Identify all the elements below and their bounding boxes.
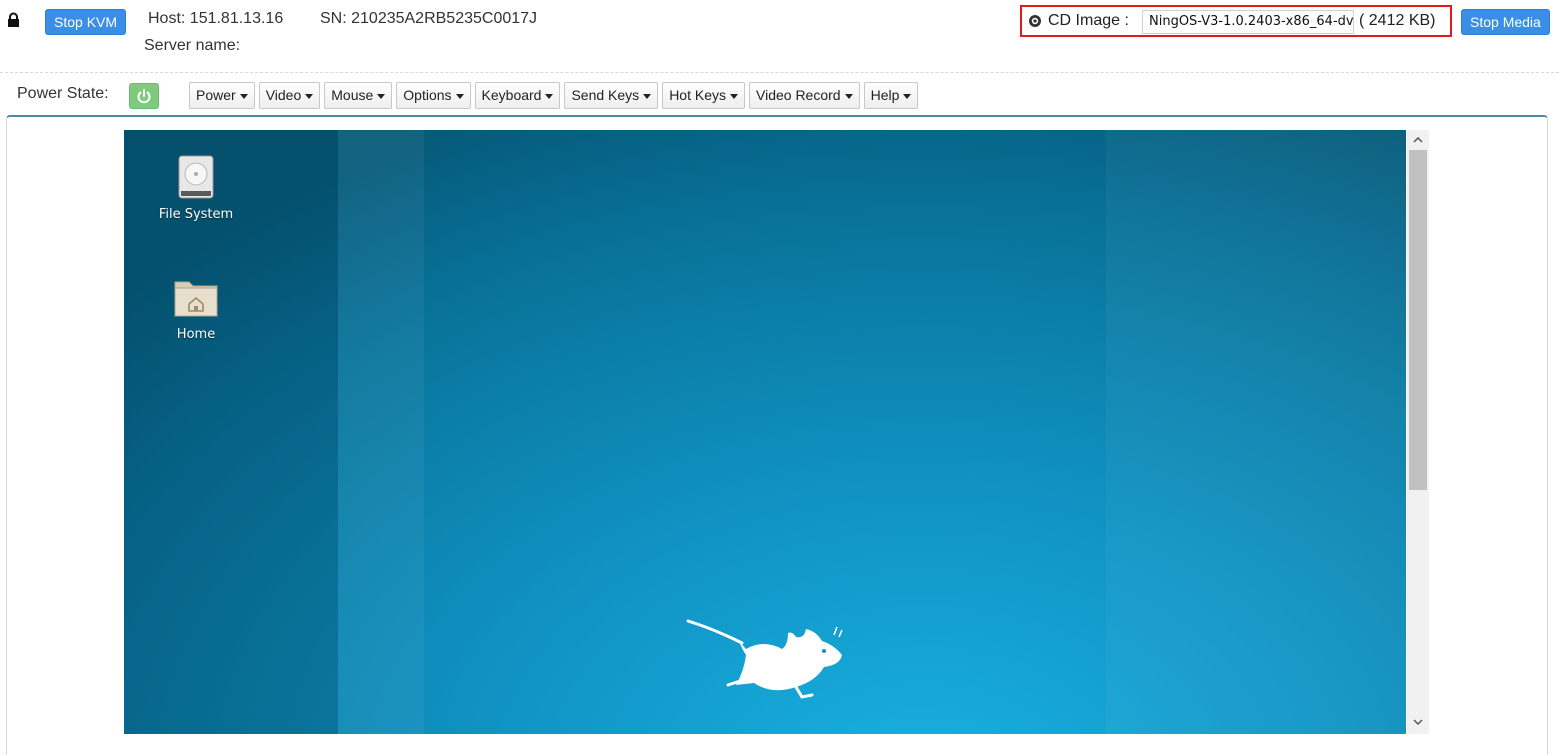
cd-disc-icon: [1029, 15, 1041, 27]
chevron-down-icon: [903, 93, 912, 99]
chevron-down-icon: [545, 93, 554, 99]
desktop-icon-home[interactable]: Home: [146, 274, 246, 342]
vertical-scrollbar[interactable]: [1407, 130, 1429, 734]
drive-icon: [178, 155, 214, 199]
cd-image-panel: CD Image : NingOS-V3-1.0.2403-x86_64-dvd…: [1020, 5, 1452, 37]
menu-keyboard[interactable]: Keyboard: [474, 82, 561, 109]
host-address: Host: 151.81.13.16: [148, 10, 284, 27]
cd-image-size: ( 2412 KB): [1359, 12, 1436, 29]
home-folder-icon: [174, 281, 218, 317]
serial-number: SN: 210235A2RB5235C0017J: [320, 10, 538, 27]
menu-send-keys[interactable]: Send Keys: [564, 82, 659, 109]
scroll-up-icon[interactable]: [1412, 134, 1424, 146]
chevron-down-icon: [377, 93, 386, 99]
chevron-down-icon: [730, 93, 738, 99]
stop-media-button[interactable]: Stop Media: [1461, 9, 1550, 35]
cd-image-label: CD Image :: [1048, 12, 1129, 29]
wallpaper-band: [338, 130, 424, 734]
menu-video-record[interactable]: Video Record: [749, 82, 860, 109]
chevron-down-icon: [239, 93, 248, 99]
desktop-icon-label: Home: [176, 327, 216, 342]
scroll-down-icon[interactable]: [1412, 716, 1424, 728]
desktop-icon-label: File System: [158, 207, 234, 222]
menu-options[interactable]: Options: [396, 82, 471, 109]
server-name-label: Server name:: [144, 37, 241, 54]
power-icon: [137, 89, 151, 104]
xfce-mouse-logo: [686, 619, 843, 699]
chevron-down-icon: [844, 93, 853, 99]
lock-icon: [8, 12, 19, 27]
chevron-down-icon: [643, 93, 652, 99]
menu-mouse[interactable]: Mouse: [324, 82, 393, 109]
menu-video[interactable]: Video: [258, 82, 321, 109]
chevron-down-icon: [305, 93, 314, 99]
cd-image-filename[interactable]: NingOS-V3-1.0.2403-x86_64-dvd: [1142, 10, 1354, 34]
wallpaper-band: [1106, 130, 1406, 734]
remote-desktop-screen[interactable]: File System Home: [124, 130, 1406, 734]
desktop-icon-file-system[interactable]: File System: [146, 154, 246, 222]
top-bar: Stop KVM Host: 151.81.13.16 SN: 210235A2…: [0, 0, 1559, 73]
menu-hot-keys[interactable]: Hot Keys: [662, 82, 745, 109]
menu-power[interactable]: Power: [189, 82, 255, 109]
menu-help[interactable]: Help: [863, 82, 919, 109]
kvm-menu-bar: Power Video Mouse Options Keyboard Send …: [189, 82, 919, 109]
chevron-down-icon: [455, 93, 464, 99]
scrollbar-thumb[interactable]: [1409, 150, 1427, 490]
power-state-button[interactable]: [129, 83, 159, 109]
stop-kvm-button[interactable]: Stop KVM: [45, 9, 127, 35]
power-state-label: Power State:: [17, 85, 109, 102]
